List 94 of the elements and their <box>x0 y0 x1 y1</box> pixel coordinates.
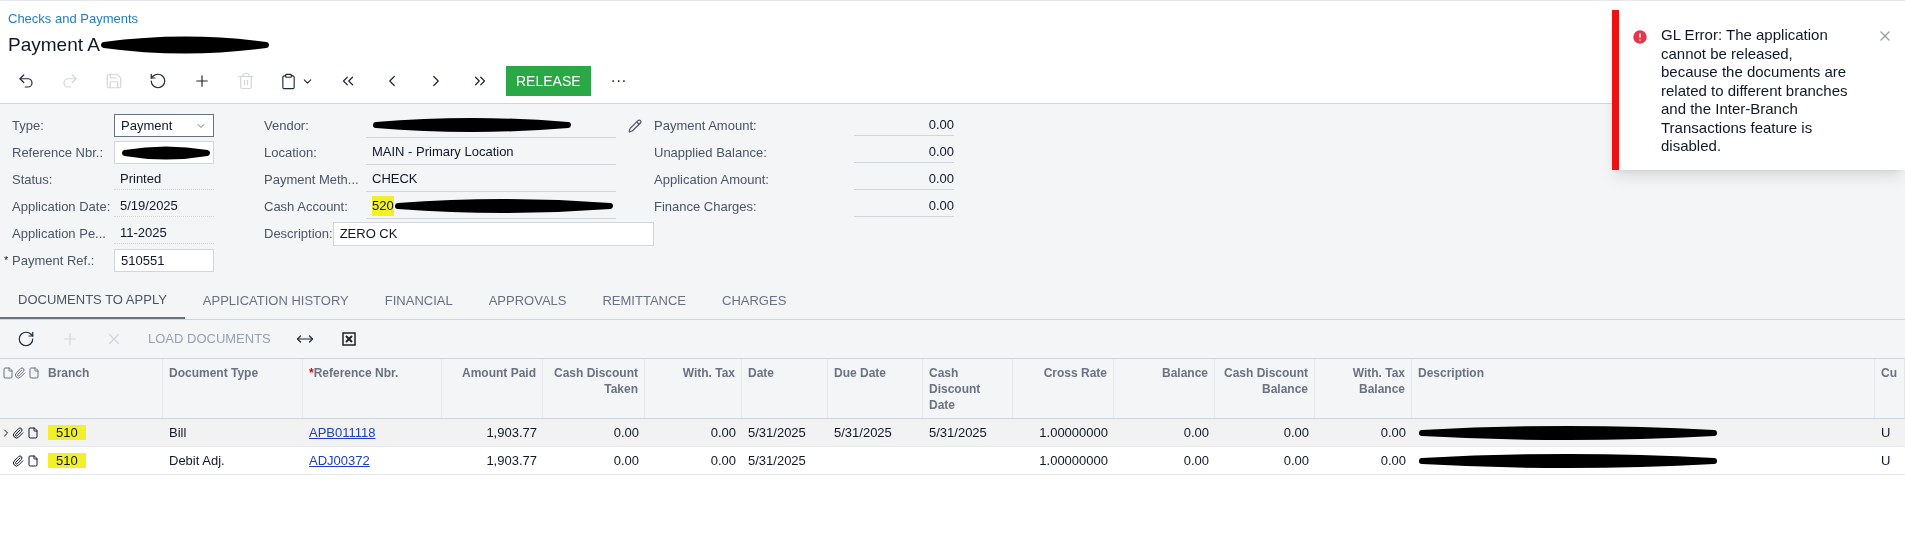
table-cell: Bill <box>169 424 187 440</box>
table-cell: 510 <box>48 424 86 440</box>
edit-icon[interactable] <box>628 118 642 133</box>
field-label: Application Pe... <box>12 224 107 243</box>
table-cell: 510 <box>48 452 86 468</box>
table-cell: 0.00 <box>1183 424 1209 440</box>
column-header[interactable]: Amount Paid <box>462 365 536 418</box>
file-icon <box>28 367 40 379</box>
field-value: Printed <box>114 169 214 190</box>
breadcrumb-link[interactable]: Checks and Payments <box>8 11 139 26</box>
field-label: Payment Ref.: <box>12 251 96 270</box>
table-cell: Debit Adj. <box>169 452 225 468</box>
error-message: GL Error: The application cannot be released, because the documents are related to different branches and the Inter-Branch Transactions feature is disabled. <box>1661 26 1849 156</box>
column-header[interactable]: Cash Discount Balance <box>1221 365 1308 418</box>
input-field[interactable]: 510551 <box>114 249 214 272</box>
table-cell: 0.00 <box>1183 452 1209 468</box>
field-label: Cash Account: <box>264 197 349 216</box>
table-cell: 5/31/2025 <box>748 452 806 468</box>
amount-value: 0.00 <box>854 142 954 163</box>
tab[interactable]: REMITTANCE <box>584 283 704 319</box>
clipboard-icon <box>280 72 297 90</box>
amount-value: 0.00 <box>854 169 954 190</box>
field-label: Payment Meth... <box>264 170 360 189</box>
tab[interactable]: APPROVALS <box>470 283 585 319</box>
field-label: Unapplied Balance: <box>654 143 768 162</box>
table-cell: 1.00000000 <box>1039 424 1108 440</box>
tab[interactable]: CHARGES <box>704 283 805 319</box>
tab[interactable]: APPLICATION HISTORY <box>184 283 367 319</box>
table-cell: 1.00000000 <box>1039 452 1108 468</box>
field-label: Finance Charges: <box>654 197 758 216</box>
field-label: Application Amount: <box>654 170 770 189</box>
tab[interactable]: DOCUMENTS TO APPLY <box>0 283 185 319</box>
field-label: Description: <box>264 224 333 243</box>
table-cell: 0.00 <box>1380 452 1406 468</box>
column-header[interactable]: Cash Discount Taken <box>549 365 638 418</box>
column-header[interactable]: With. Tax Balance <box>1321 365 1405 418</box>
attachment-icon[interactable] <box>12 454 25 467</box>
required-mark: * <box>309 365 314 381</box>
field-label: Status: <box>12 170 54 189</box>
table-cell: 0.00 <box>710 424 736 440</box>
column-header[interactable]: Cash Discount Date <box>929 365 1006 418</box>
column-header[interactable]: Cross Rate <box>1043 365 1107 418</box>
attachment-icon <box>14 367 26 379</box>
tab[interactable]: FINANCIAL <box>366 283 471 319</box>
column-header[interactable]: Cu <box>1881 365 1897 418</box>
column-header[interactable]: Due Date <box>834 365 886 418</box>
table-cell: 0.00 <box>1283 424 1309 440</box>
load-documents-button[interactable]: LOAD DOCUMENTS <box>140 329 279 349</box>
release-button[interactable]: RELEASE <box>506 66 591 96</box>
page-title: Payment A <box>8 32 100 57</box>
field-label: Application Date: <box>12 197 112 216</box>
field-value: 5/19/2025 <box>114 196 214 217</box>
more-button[interactable]: ··· <box>598 63 639 99</box>
field-label: Reference Nbr.: <box>12 143 105 162</box>
table-cell: 0.00 <box>1283 452 1309 468</box>
amount-value: 0.00 <box>854 115 954 136</box>
field-label: Vendor: <box>264 116 310 135</box>
table-cell: 5/31/2025 <box>834 424 892 440</box>
table-cell: U <box>1881 424 1891 440</box>
error-icon <box>1631 28 1649 46</box>
table-cell: U <box>1881 452 1891 468</box>
amount-value: 0.00 <box>854 196 954 217</box>
reference-link[interactable]: APB011118 <box>309 424 376 440</box>
table-cell: 0.00 <box>613 452 639 468</box>
description-field[interactable]: ZERO CK <box>332 221 654 246</box>
field-label: Location: <box>264 143 318 162</box>
field-label: Payment Amount: <box>654 116 758 135</box>
table-cell: 5/31/2025 <box>929 424 987 440</box>
table-cell: 5/31/2025 <box>748 424 806 440</box>
table-cell: 0.00 <box>710 452 736 468</box>
column-header[interactable]: Document Type <box>169 365 259 418</box>
attachment-icon[interactable] <box>12 426 25 439</box>
column-header[interactable]: Date <box>748 365 774 418</box>
column-header[interactable]: With. Tax <box>682 365 735 418</box>
column-header[interactable]: Reference Nbr. <box>313 365 399 418</box>
field-value: MAIN - Primary Location <box>372 143 514 162</box>
column-header[interactable]: Branch <box>48 365 90 418</box>
reference-link[interactable]: ADJ00372 <box>309 452 370 468</box>
required-mark: * <box>4 253 10 269</box>
table-cell: 1,903.77 <box>486 452 537 468</box>
table-row[interactable]: 510 Bill APB011118 1,903.77 0.00 0.00 5/31/2025 5/31/2025 5/31/2025 1.00000000 0.00 0.00 0.00 U <box>0 419 1905 447</box>
table-cell: 0.00 <box>1380 424 1406 440</box>
column-header[interactable]: Description <box>1418 365 1484 418</box>
column-header[interactable]: Balance <box>1161 365 1208 418</box>
table-cell: 1,903.77 <box>486 424 537 440</box>
field-value: 520 <box>372 196 394 216</box>
table-cell: 0.00 <box>613 424 639 440</box>
file-icon[interactable] <box>27 454 40 467</box>
field-value: CHECK <box>372 170 418 189</box>
input-field[interactable] <box>114 141 214 164</box>
field-value: 11-2025 <box>114 223 214 244</box>
file-icon[interactable] <box>27 426 40 439</box>
field-label: Type: <box>12 116 45 135</box>
type-dropdown[interactable]: Payment <box>114 114 214 137</box>
